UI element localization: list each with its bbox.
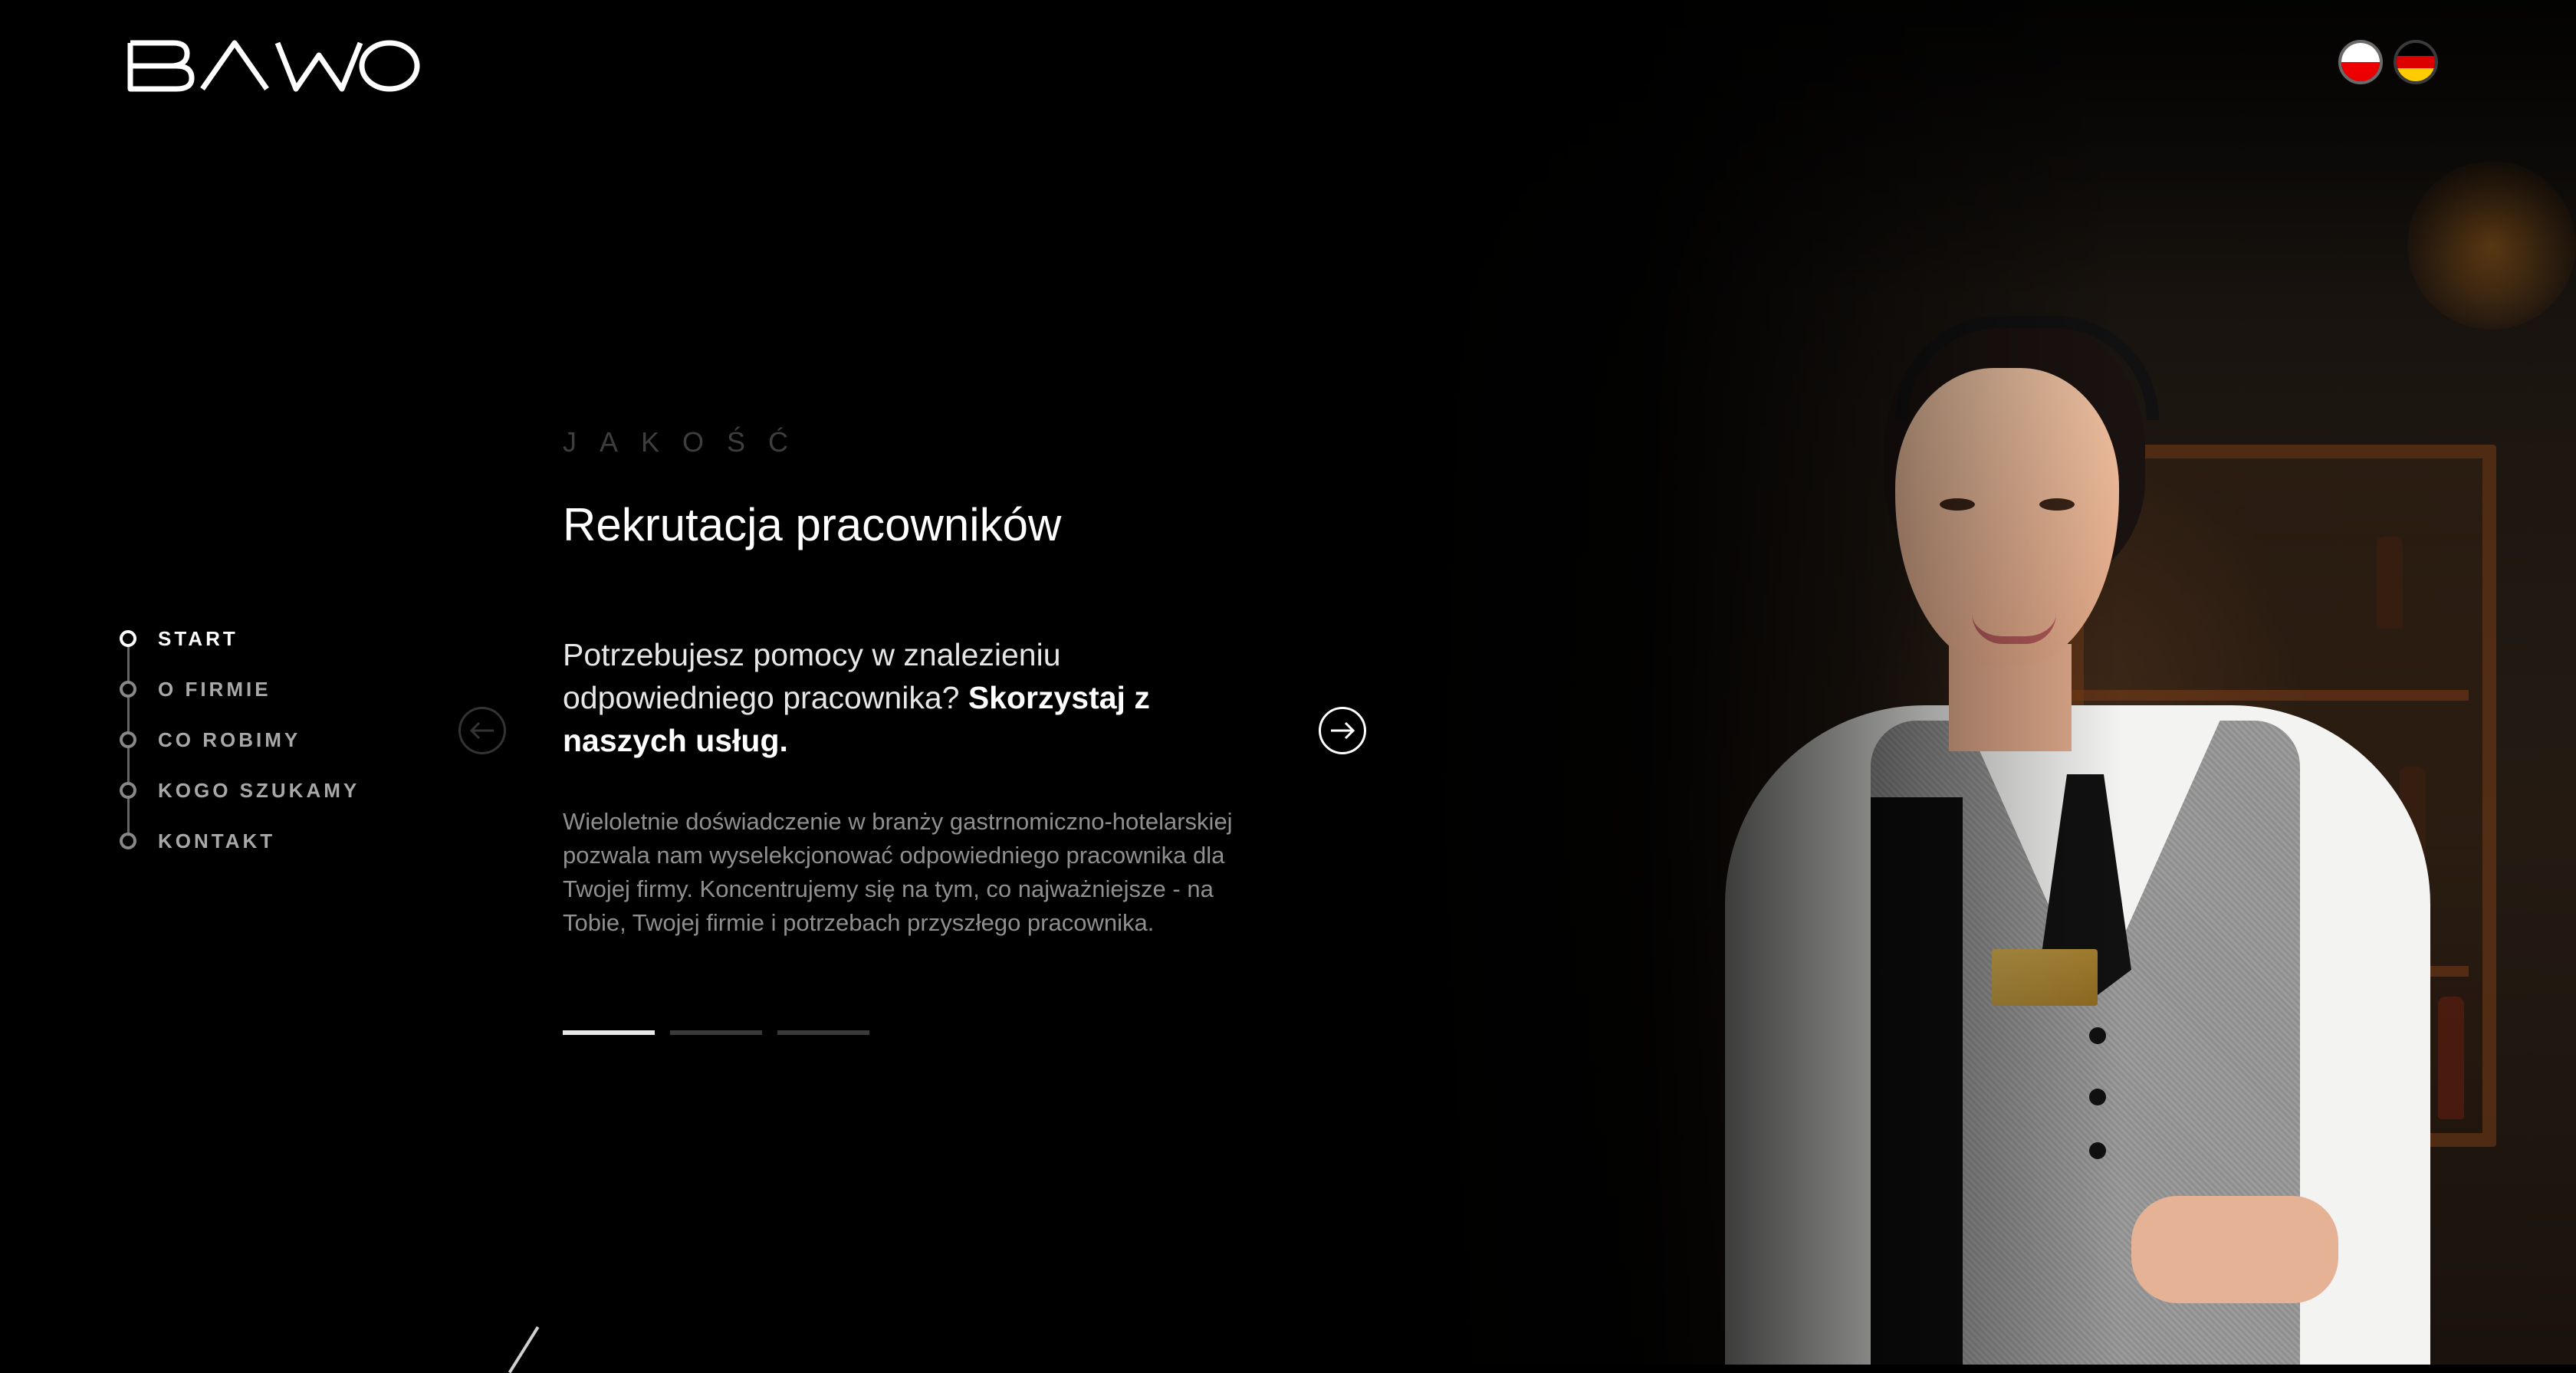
nav-dot-icon xyxy=(120,630,136,647)
hero-photo-waitress xyxy=(1380,0,2576,1365)
flag-de-icon[interactable] xyxy=(2394,40,2438,84)
arrow-right-icon xyxy=(1331,721,1355,740)
nav-item-label: KONTAKT xyxy=(158,829,276,852)
nav-item-kontakt[interactable]: KONTAKT xyxy=(120,816,380,866)
arrow-left-icon xyxy=(469,721,494,740)
nav-item-label: CO ROBIMY xyxy=(158,728,301,751)
slide-pager xyxy=(563,1030,869,1035)
prev-slide-button[interactable] xyxy=(458,707,506,754)
nav-item-label: KOGO SZUKAMY xyxy=(158,778,360,802)
next-slide-button[interactable] xyxy=(1319,707,1366,754)
nav-item-label: O FIRMIE xyxy=(158,677,271,701)
logo[interactable] xyxy=(127,38,422,94)
scroll-indicator xyxy=(508,1326,540,1373)
nav-dot-icon xyxy=(120,782,136,799)
nav-item-label: START xyxy=(158,626,238,650)
slide-lead: Potrzebujesz pomocy w znalezieniu odpowi… xyxy=(563,633,1222,762)
slide-eyebrow: JAKOŚĆ xyxy=(563,426,812,458)
pager-bar-2[interactable] xyxy=(670,1030,762,1035)
nav-dot-icon xyxy=(120,833,136,849)
nav-item-co-robimy[interactable]: CO ROBIMY xyxy=(120,714,380,765)
nav-dot-icon xyxy=(120,681,136,698)
slide-title: Rekrutacja pracowników xyxy=(563,499,1062,550)
side-navigation: START O FIRMIE CO ROBIMY KOGO SZUKAMY KO… xyxy=(120,613,380,866)
nav-item-o-firmie[interactable]: O FIRMIE xyxy=(120,664,380,714)
flag-pl-icon[interactable] xyxy=(2338,40,2383,84)
slide-body: Wieloletnie doświadczenie w branży gastr… xyxy=(563,808,1233,936)
pager-bar-1[interactable] xyxy=(563,1030,655,1035)
nav-dot-icon xyxy=(120,731,136,748)
language-switcher xyxy=(2338,40,2438,84)
nav-item-kogo-szukamy[interactable]: KOGO SZUKAMY xyxy=(120,765,380,816)
pager-bar-3[interactable] xyxy=(777,1030,869,1035)
logo-mark xyxy=(127,40,420,92)
nav-item-start[interactable]: START xyxy=(120,613,380,664)
